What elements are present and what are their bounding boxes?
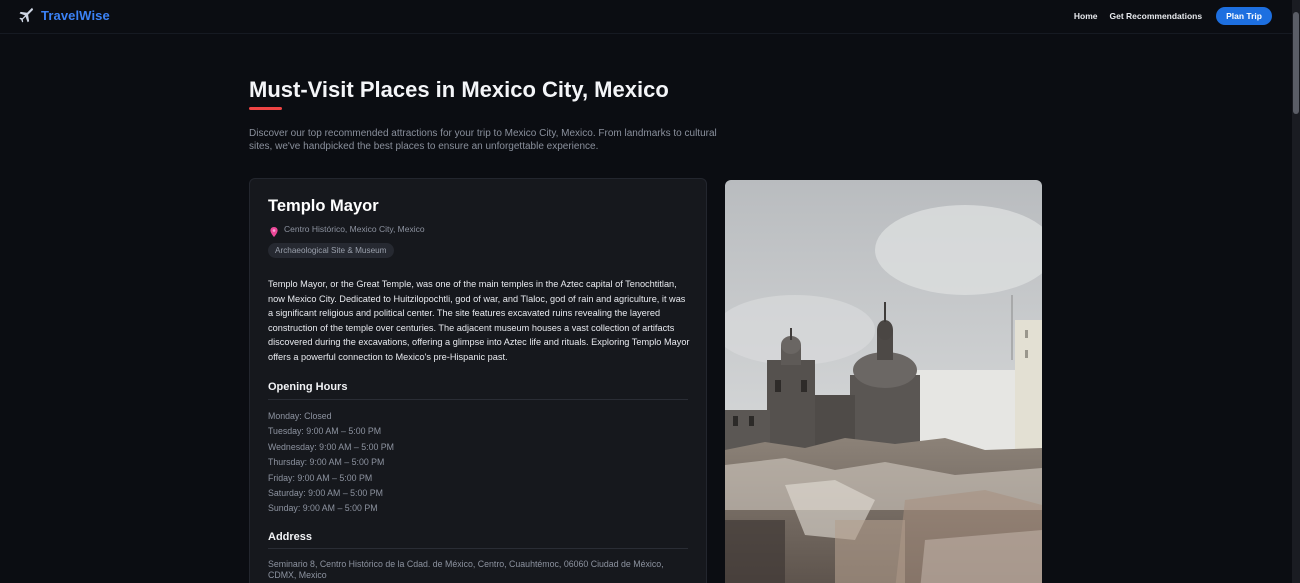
opening-hours-heading: Opening Hours xyxy=(268,381,348,393)
address-heading: Address xyxy=(268,531,313,543)
brand-logo[interactable]: TravelWise xyxy=(18,7,110,23)
map-pin-icon xyxy=(270,224,278,237)
airplane-icon xyxy=(18,7,34,23)
main-nav: Home Get Recommendations Plan Trip xyxy=(1074,7,1272,25)
place-description: Templo Mayor, or the Great Temple, was o… xyxy=(268,279,690,362)
page-title: Must-Visit Places in Mexico City, Mexico xyxy=(249,77,669,102)
nav-recommendations-link[interactable]: Get Recommendations xyxy=(1110,11,1203,21)
hours-line: Saturday: 9:00 AM – 5:00 PM xyxy=(268,487,383,498)
brand-name: TravelWise xyxy=(41,7,110,23)
place-photo xyxy=(725,180,1042,583)
hours-line: Monday: Closed xyxy=(268,411,332,421)
scrollbar-thumb[interactable] xyxy=(1293,12,1299,114)
place-location: Centro Histórico, Mexico City, Mexico xyxy=(270,224,425,237)
title-underline xyxy=(249,107,282,110)
location-text: Centro Histórico, Mexico City, Mexico xyxy=(284,224,425,234)
place-address: Seminario 8, Centro Histórico de la Cdad… xyxy=(268,559,664,580)
hours-line: Wednesday: 9:00 AM – 5:00 PM xyxy=(268,441,394,452)
hours-line: Thursday: 9:00 AM – 5:00 PM xyxy=(268,457,385,468)
plan-trip-button[interactable]: Plan Trip xyxy=(1216,7,1272,25)
place-name: Templo Mayor xyxy=(268,197,379,215)
intro-text: Discover our top recommended attractions… xyxy=(249,128,717,152)
page-scrollbar[interactable] xyxy=(1292,0,1300,583)
top-navbar: TravelWise Home Get Recommendations Plan… xyxy=(0,0,1292,34)
section-divider xyxy=(268,399,688,400)
hours-line: Tuesday: 9:00 AM – 5:00 PM xyxy=(268,426,382,437)
hours-line: Friday: 9:00 AM – 5:00 PM xyxy=(268,472,373,483)
section-divider xyxy=(268,548,688,549)
place-card: Templo Mayor Centro Histórico, Mexico Ci… xyxy=(249,178,707,583)
opening-hours-list: Monday: Closed Tuesday: 9:00 AM – 5:00 P… xyxy=(268,409,394,517)
nav-home-link[interactable]: Home xyxy=(1074,11,1098,21)
hours-line: Sunday: 9:00 AM – 5:00 PM xyxy=(268,503,378,514)
category-badge: Archaeological Site & Museum xyxy=(268,243,394,258)
